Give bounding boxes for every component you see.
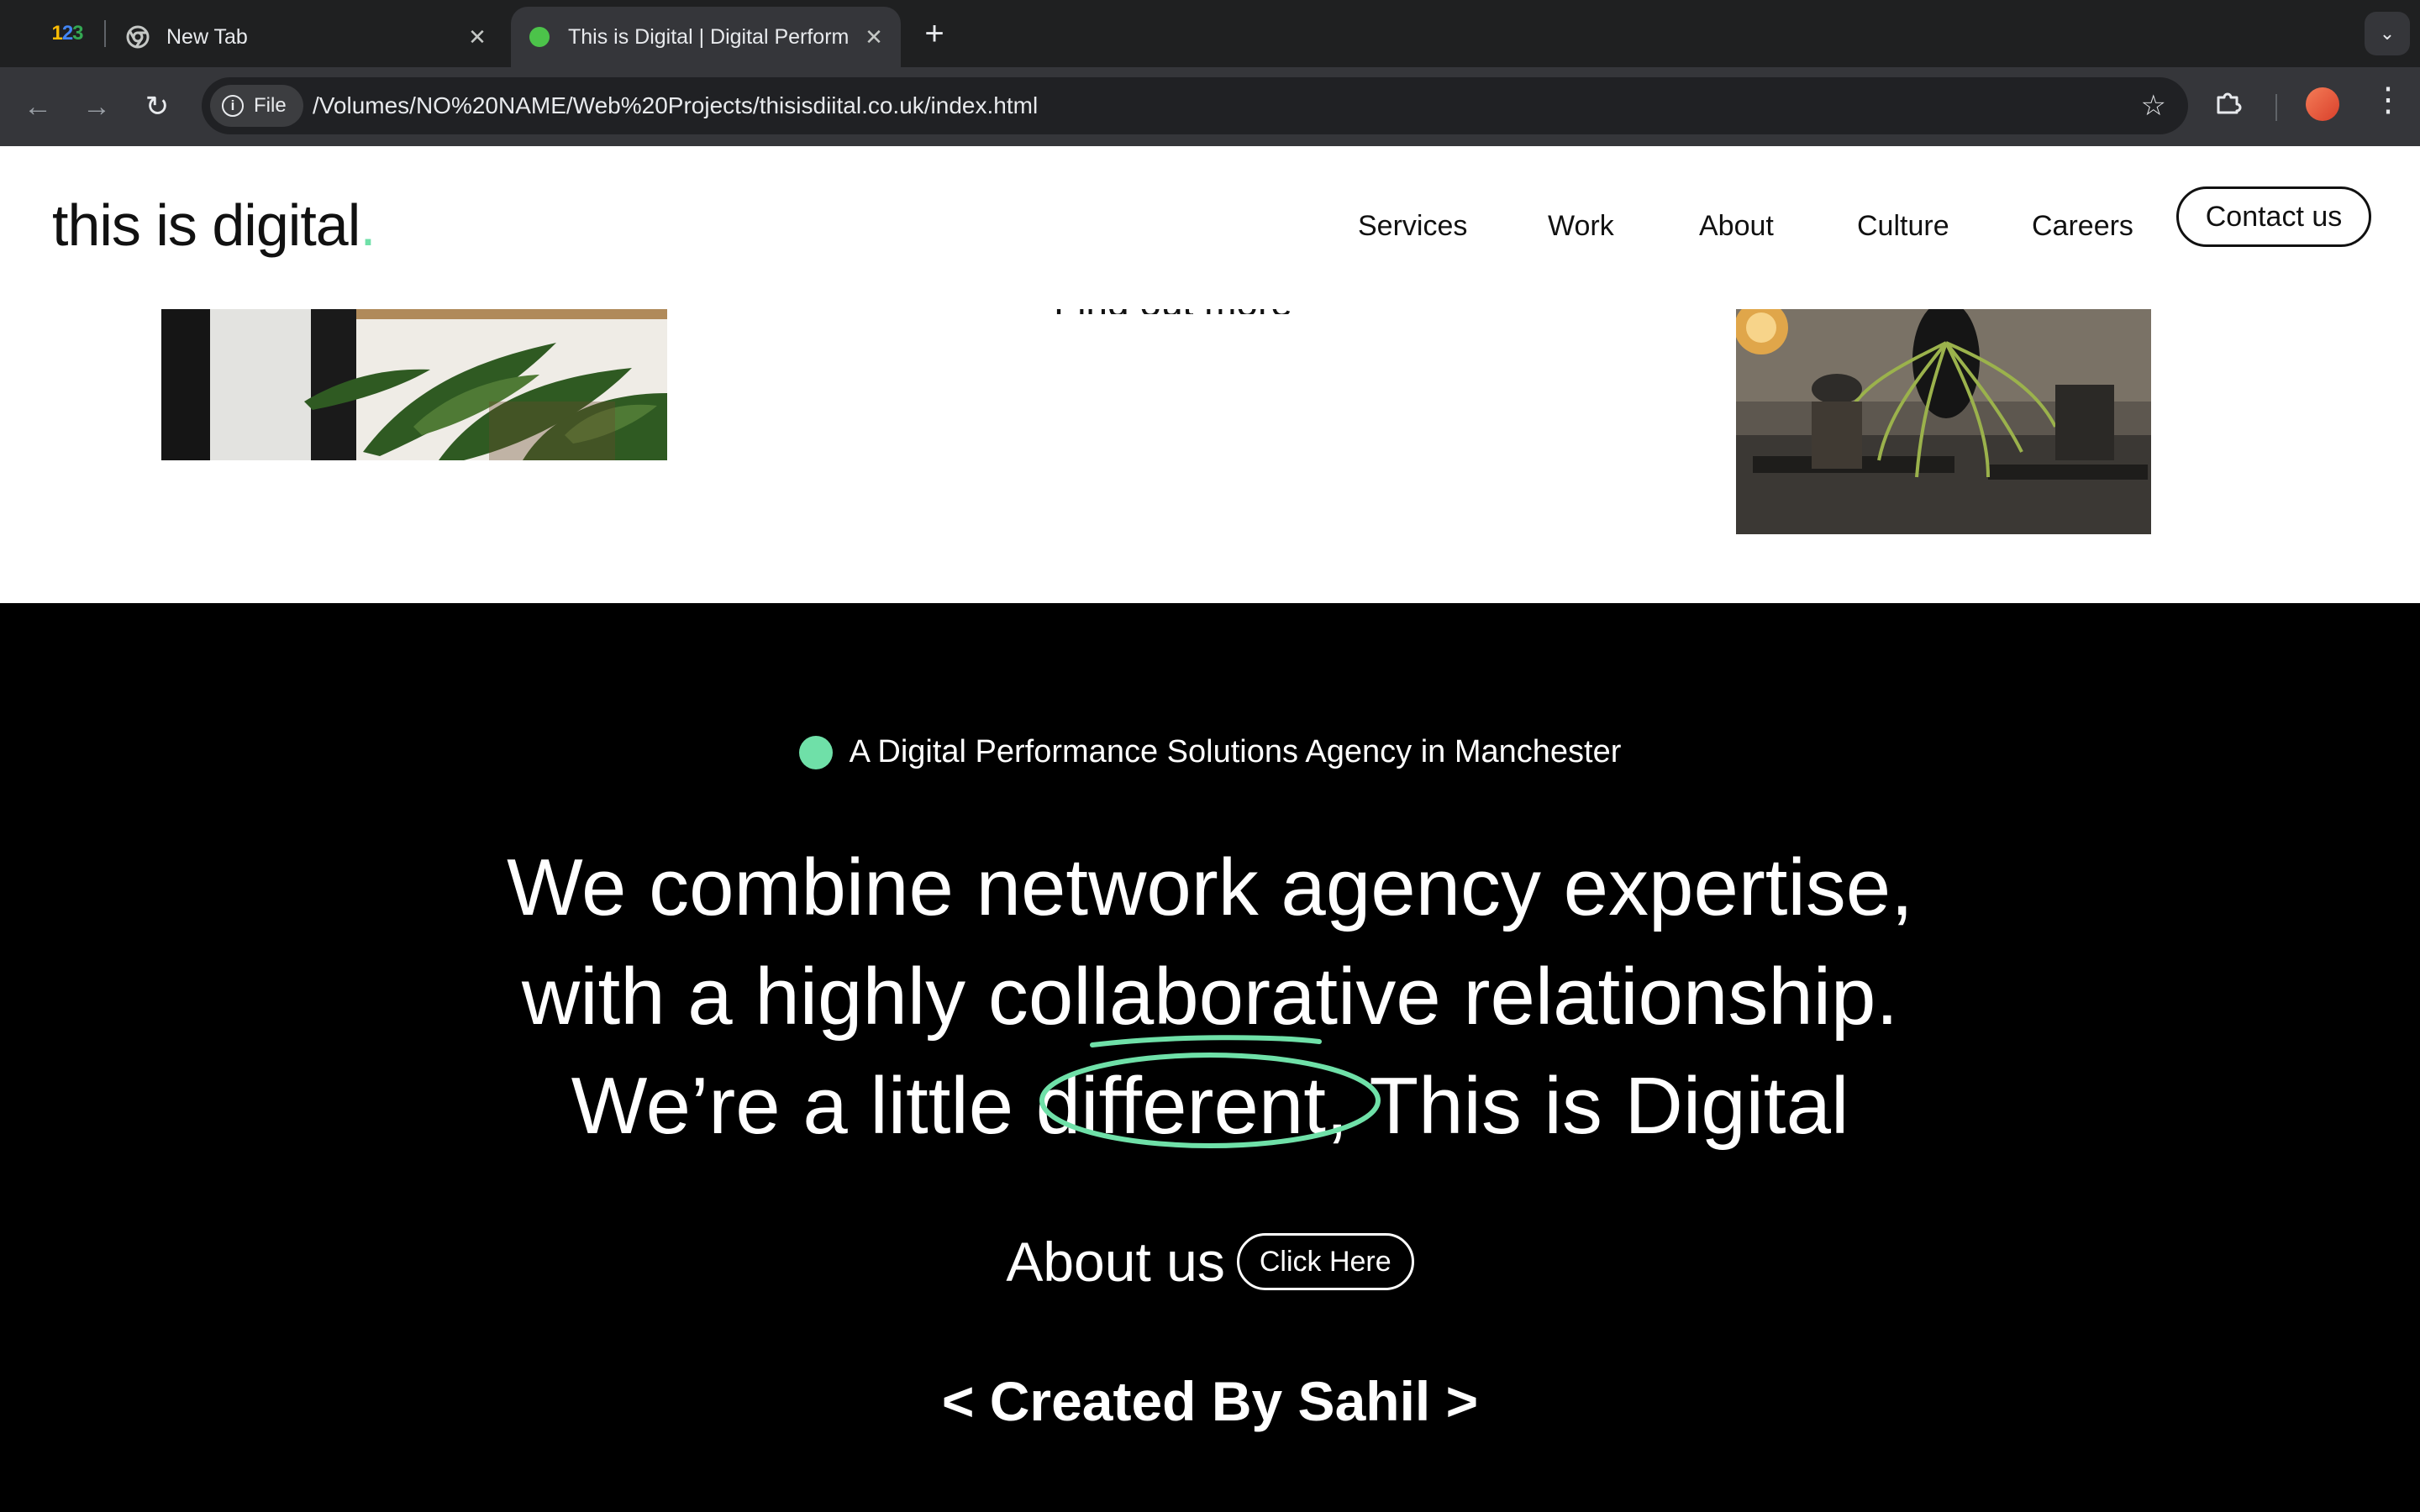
toolbar-separator — [2275, 94, 2277, 121]
url-text[interactable]: /Volumes/NO%20NAME/Web%20Projects/thisis… — [313, 77, 1038, 134]
browser-toolbar: ← → ↻ i File /Volumes/NO%20NAME/Web%20Pr… — [0, 67, 2420, 146]
puzzle-icon[interactable] — [2213, 87, 2244, 118]
logo-dot: . — [360, 192, 376, 258]
credit-text: < Created By Sahil > — [941, 1370, 1479, 1432]
browser-tab-strip: 123 New Tab ✕ This is Digital | Digital … — [0, 0, 2420, 67]
tab-separator — [104, 20, 106, 47]
profile-avatar[interactable] — [2306, 87, 2339, 121]
nav-services[interactable]: Services — [1358, 197, 1467, 255]
plus-icon[interactable]: + — [918, 15, 951, 52]
hand-drawn-circle-icon — [1039, 1035, 1381, 1148]
nav-work[interactable]: Work — [1548, 197, 1614, 255]
chrome-icon — [126, 25, 150, 49]
site-favicon-icon — [529, 27, 550, 47]
office-photo — [1736, 309, 2151, 534]
tab-title: This is Digital | Digital Perform — [568, 24, 850, 49]
bookmark-star-icon[interactable]: ☆ — [2141, 77, 2166, 134]
tab-this-is-digital[interactable]: This is Digital | Digital Perform ✕ — [511, 7, 901, 67]
forward-arrow-icon[interactable]: → — [76, 86, 118, 128]
about-us-label: About us — [1006, 1231, 1225, 1293]
back-arrow-icon[interactable]: ← — [17, 86, 59, 128]
nav-about[interactable]: About — [1699, 197, 1774, 255]
pinned-tab-123[interactable]: 123 — [37, 15, 97, 52]
contact-us-button[interactable]: Contact us — [2176, 186, 2371, 247]
green-dot-icon — [798, 735, 833, 769]
tab-title: New Tab — [166, 24, 248, 49]
headline-line-1: We combine network agency expertise, — [507, 843, 1913, 932]
web-page: Find out more — [0, 146, 2420, 1512]
info-icon: i — [222, 95, 244, 117]
agency-tagline: A Digital Performance Solutions Agency i… — [0, 734, 2420, 770]
site-logo[interactable]: this is digital. — [52, 192, 376, 259]
site-info-chip[interactable]: i File — [210, 85, 303, 127]
tagline-text: A Digital Performance Solutions Agency i… — [849, 734, 1622, 769]
scheme-label: File — [254, 94, 287, 117]
three-dot-menu-icon[interactable]: ⋮ — [2371, 81, 2405, 119]
close-icon[interactable]: ✕ — [460, 24, 494, 50]
click-here-button[interactable]: Click Here — [1236, 1233, 1414, 1290]
nav-careers[interactable]: Careers — [2032, 197, 2133, 255]
chevron-down-icon[interactable]: ⌄ — [2365, 12, 2410, 55]
close-icon[interactable]: ✕ — [857, 24, 891, 50]
tab-new-tab[interactable]: New Tab ✕ — [109, 7, 504, 67]
about-us-row: About us Click Here — [0, 1230, 2420, 1294]
reload-icon[interactable]: ↻ — [136, 86, 178, 128]
plant-photo — [161, 309, 667, 460]
site-header: this is digital. Services Work About Cul… — [0, 146, 2420, 309]
nav-culture[interactable]: Culture — [1857, 197, 1949, 255]
address-bar[interactable]: i File /Volumes/NO%20NAME/Web%20Projects… — [202, 77, 2188, 134]
